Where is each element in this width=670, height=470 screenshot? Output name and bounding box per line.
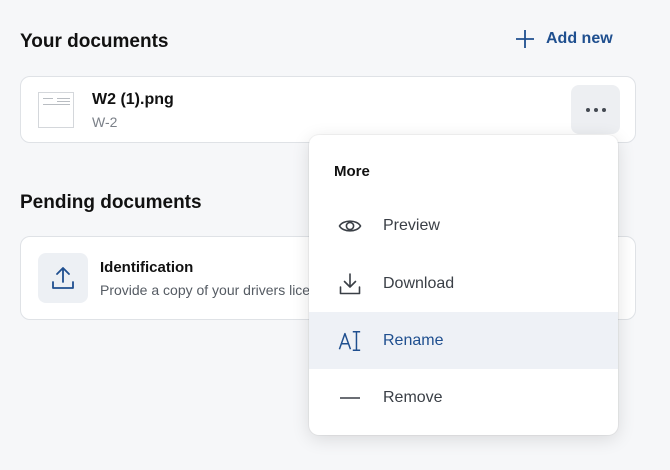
- plus-icon: [516, 30, 534, 48]
- menu-item-rename[interactable]: Rename: [309, 312, 618, 369]
- menu-item-preview[interactable]: Preview: [309, 197, 618, 254]
- download-icon: [338, 272, 362, 296]
- document-card[interactable]: W2 (1).png W-2: [20, 76, 636, 143]
- pending-item-title: Identification: [100, 259, 194, 276]
- upload-icon: [52, 267, 74, 289]
- rename-icon: [338, 329, 362, 353]
- more-options-button[interactable]: [571, 85, 620, 134]
- pending-title: Pending documents: [20, 192, 202, 213]
- pending-item-description: Provide a copy of your drivers lice: [100, 282, 311, 298]
- eye-icon: [338, 214, 362, 238]
- document-thumbnail: [38, 92, 74, 128]
- minus-icon: [338, 386, 362, 410]
- document-type: W-2: [92, 114, 118, 130]
- menu-item-label: Download: [383, 274, 455, 292]
- menu-item-label: Preview: [383, 216, 440, 234]
- document-name: W2 (1).png: [92, 91, 174, 108]
- page-title: Your documents: [20, 31, 169, 52]
- menu-item-label: Rename: [383, 331, 444, 349]
- more-menu: More Preview Download Rename Remove: [309, 135, 618, 435]
- menu-item-download[interactable]: Download: [309, 255, 618, 312]
- upload-button[interactable]: [38, 253, 88, 303]
- menu-title: More: [334, 163, 370, 180]
- add-new-label: Add new: [546, 30, 613, 47]
- menu-item-remove[interactable]: Remove: [309, 369, 618, 426]
- more-dots-icon: [585, 107, 590, 112]
- menu-item-label: Remove: [383, 388, 443, 406]
- add-new-button[interactable]: Add new: [514, 28, 613, 50]
